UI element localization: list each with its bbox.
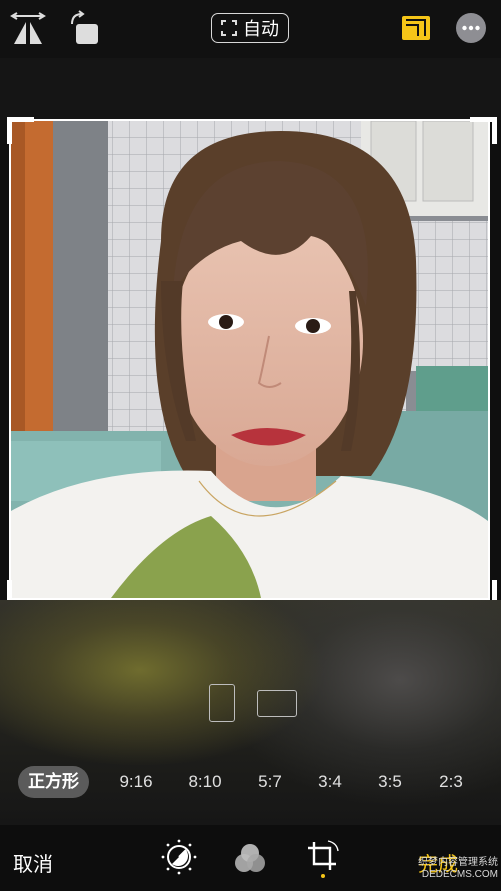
auto-label: 自动 [243, 19, 279, 39]
canvas-background [0, 58, 501, 120]
filters-icon[interactable] [231, 840, 269, 878]
ratio-option-2-3[interactable]: 2:3 [434, 766, 468, 798]
crop-rotate-icon[interactable] [304, 838, 342, 878]
ratio-option-9-16[interactable]: 9:16 [114, 766, 158, 798]
crop-handle-top-left[interactable] [7, 117, 34, 144]
watermark-line-2: DEDECMS.COM [421, 869, 498, 880]
ratio-option-3-5[interactable]: 3:5 [373, 766, 407, 798]
flip-horizontal-icon[interactable] [10, 12, 46, 46]
auto-straighten-button[interactable]: 自动 [211, 13, 289, 43]
more-icon[interactable] [456, 13, 486, 43]
auto-frame-icon [221, 20, 237, 36]
watermark-line-1: 织梦内容管理系统 [418, 857, 498, 868]
ratio-option-square[interactable]: 正方形 [18, 766, 89, 798]
ratio-option-8-10[interactable]: 8:10 [183, 766, 227, 798]
rotate-icon[interactable] [66, 10, 102, 46]
crop-handle-top-right[interactable] [470, 117, 497, 144]
watermark: 织梦内容管理系统 DEDECMS.COM [394, 857, 498, 881]
ratio-option-3-4[interactable]: 3:4 [313, 766, 347, 798]
ratio-option-5-7[interactable]: 5:7 [253, 766, 287, 798]
aspect-ratio-options: 正方形 9:16 8:10 5:7 3:4 3:5 2:3 [0, 766, 501, 800]
aspect-ratio-icon[interactable] [402, 16, 430, 40]
photo-being-cropped[interactable] [11, 121, 488, 598]
portrait-orientation-button[interactable] [209, 684, 235, 722]
landscape-orientation-button[interactable] [257, 690, 297, 717]
cancel-button[interactable]: 取消 [13, 848, 53, 877]
adjust-dial-icon[interactable] [160, 838, 198, 876]
